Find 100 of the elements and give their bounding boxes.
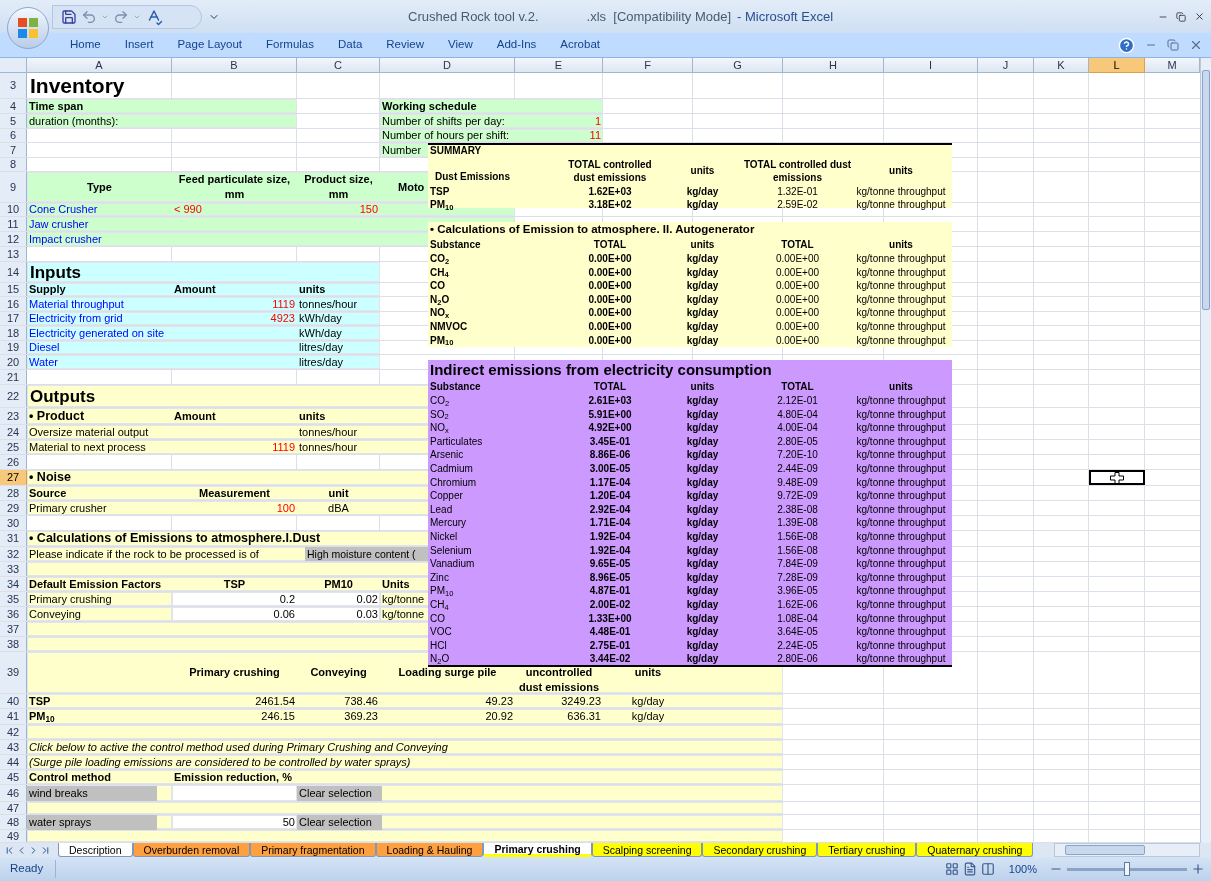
ribbon-tab[interactable]: Review <box>374 36 436 54</box>
row-header[interactable]: 35 <box>0 592 27 606</box>
dropdown[interactable]: High moisture content ( <box>305 547 428 561</box>
row-header[interactable]: 36 <box>0 607 27 621</box>
vertical-scrollbar[interactable] <box>1200 58 1211 843</box>
sheet-tab[interactable]: Primary fragmentation <box>250 843 376 857</box>
column-header[interactable]: G <box>693 58 783 73</box>
row-header[interactable]: 48 <box>0 815 27 829</box>
row-header[interactable]: 20 <box>0 355 27 369</box>
column-header[interactable]: A <box>27 58 172 73</box>
link[interactable]: Impact crusher <box>27 230 102 248</box>
row-header[interactable]: 39 <box>0 652 27 693</box>
column-header[interactable]: D <box>380 58 515 73</box>
column-header[interactable]: B <box>172 58 297 73</box>
first-sheet-icon[interactable] <box>4 844 15 856</box>
ribbon-tab[interactable]: View <box>436 36 485 54</box>
row-header[interactable]: 13 <box>0 247 27 261</box>
row-header[interactable]: 19 <box>0 341 27 354</box>
row-header[interactable]: 23 <box>0 408 27 424</box>
sheet-tab[interactable]: Loading & Hauling <box>375 843 484 857</box>
row-header[interactable]: 24 <box>0 425 27 439</box>
row-header[interactable]: 21 <box>0 370 27 384</box>
close-icon[interactable] <box>1194 11 1205 22</box>
ribbon-tab[interactable]: Acrobat <box>548 36 612 54</box>
row-header[interactable]: 26 <box>0 455 27 469</box>
row-header[interactable]: 11 <box>0 217 27 231</box>
ribbon-tab[interactable]: Add-Ins <box>484 36 549 54</box>
row-header[interactable]: 47 <box>0 802 27 814</box>
scroll-thumb[interactable] <box>1202 70 1210 310</box>
sheet-tab[interactable]: Description <box>58 843 133 857</box>
ribbon-tab[interactable]: Home <box>58 36 113 54</box>
office-button[interactable] <box>7 7 49 49</box>
row-header[interactable]: 4 <box>0 99 27 113</box>
last-sheet-icon[interactable] <box>40 844 51 856</box>
row-header[interactable]: 38 <box>0 637 27 651</box>
ribbon-tab[interactable]: Data <box>326 36 375 54</box>
row-header[interactable]: 43 <box>0 740 27 754</box>
restore-icon[interactable] <box>1167 39 1179 51</box>
column-header[interactable]: M <box>1145 58 1200 73</box>
row-header[interactable]: 44 <box>0 755 27 769</box>
row-header[interactable]: 8 <box>0 158 27 171</box>
row-header[interactable]: 5 <box>0 114 27 128</box>
link[interactable]: Diesel <box>27 339 60 356</box>
row-header[interactable]: 32 <box>0 547 27 561</box>
column-header[interactable]: L <box>1089 58 1145 73</box>
row-header[interactable]: 49 <box>0 830 27 842</box>
column-header[interactable]: J <box>978 58 1034 73</box>
link[interactable]: Water <box>27 353 58 371</box>
row-header[interactable]: 7 <box>0 143 27 157</box>
row-header[interactable]: 40 <box>0 694 27 708</box>
row-header[interactable]: 30 <box>0 516 27 530</box>
row-header[interactable]: 25 <box>0 440 27 454</box>
save-icon[interactable] <box>61 8 77 25</box>
select-all-corner[interactable] <box>0 58 27 73</box>
row-header[interactable]: 17 <box>0 312 27 325</box>
row-header[interactable]: 9 <box>0 172 27 202</box>
horizontal-scrollbar[interactable] <box>1054 843 1200 857</box>
sheet-tab[interactable]: Primary crushing <box>483 843 592 857</box>
row-header[interactable]: 27 <box>0 470 27 485</box>
row-header[interactable]: 15 <box>0 283 27 296</box>
column-header[interactable]: H <box>783 58 884 73</box>
row-header[interactable]: 34 <box>0 577 27 591</box>
page-break-icon[interactable] <box>980 862 995 876</box>
row-header[interactable]: 12 <box>0 232 27 246</box>
link[interactable]: Electricity from grid <box>27 310 123 327</box>
row-header[interactable]: 45 <box>0 770 27 784</box>
row-header[interactable]: 28 <box>0 486 27 500</box>
help-icon[interactable] <box>1118 36 1135 54</box>
ribbon-tab[interactable]: Insert <box>112 36 166 54</box>
column-header[interactable]: F <box>603 58 693 73</box>
zoom-level[interactable]: 100% <box>1008 860 1037 878</box>
link[interactable]: Jaw crusher <box>27 215 89 233</box>
normal-view-icon[interactable] <box>944 862 959 876</box>
row-header[interactable]: 18 <box>0 326 27 340</box>
row-header[interactable]: 31 <box>0 531 27 546</box>
zoom-slider[interactable] <box>1067 862 1187 876</box>
row-header[interactable]: 3 <box>0 73 27 98</box>
column-header[interactable]: K <box>1034 58 1089 73</box>
row-header[interactable]: 46 <box>0 785 27 801</box>
row-header[interactable]: 16 <box>0 297 27 311</box>
row-header[interactable]: 6 <box>0 129 27 142</box>
row-header[interactable]: 29 <box>0 501 27 515</box>
active-cell[interactable] <box>1089 470 1145 485</box>
sheet-tab[interactable]: Tertiary crushing <box>817 843 917 857</box>
close-icon[interactable] <box>1189 38 1203 52</box>
sheet-tab[interactable]: Quaternary crushing <box>916 843 1034 857</box>
row-header[interactable]: 37 <box>0 622 27 636</box>
link[interactable]: Material throughput <box>27 295 124 313</box>
column-header[interactable]: C <box>297 58 380 73</box>
column-header[interactable]: E <box>515 58 603 73</box>
link[interactable]: Electricity generated on site <box>27 324 165 342</box>
scroll-thumb[interactable] <box>1065 845 1145 855</box>
sheet-tab[interactable]: Overburden removal <box>132 843 251 857</box>
page-layout-icon[interactable] <box>962 862 977 876</box>
row-header[interactable]: 10 <box>0 203 27 216</box>
row-header[interactable]: 22 <box>0 385 27 407</box>
restore-icon[interactable] <box>1176 11 1186 22</box>
ribbon-tab[interactable]: Formulas <box>254 36 326 54</box>
sheet-tab[interactable]: Scalping screening <box>591 843 703 857</box>
ribbon-tab[interactable]: Page Layout <box>165 36 255 54</box>
